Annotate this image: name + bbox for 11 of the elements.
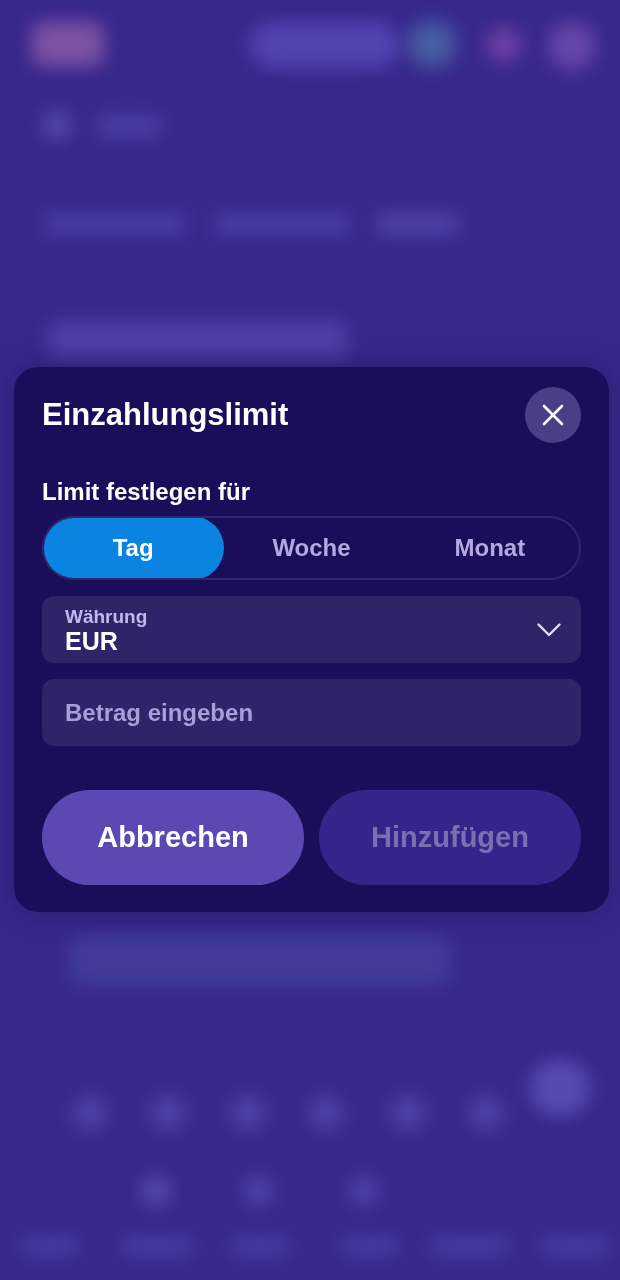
amount-input[interactable]: Betrag eingeben <box>42 679 581 746</box>
dialog-title: Einzahlungslimit <box>42 396 289 434</box>
chevron-down-icon <box>537 622 561 637</box>
currency-value: EUR <box>65 627 118 654</box>
currency-label: Währung <box>65 605 148 628</box>
cancel-button[interactable]: Abbrechen <box>42 790 304 885</box>
close-button[interactable] <box>525 387 581 443</box>
currency-select[interactable]: Währung EUR <box>42 596 581 663</box>
period-label: Limit festlegen für <box>42 478 252 506</box>
period-tab[interactable]: Tag <box>44 518 225 578</box>
close-icon <box>542 404 564 426</box>
